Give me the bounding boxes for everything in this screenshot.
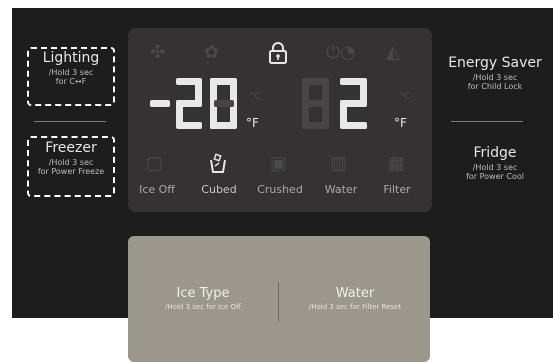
freezer-label: Freezer: [45, 140, 97, 156]
ice-maker-icon: ✣: [150, 42, 166, 63]
freezer-sub1: /Hold 3 sec: [48, 158, 94, 167]
ice-mode-water: Water: [324, 183, 358, 196]
lighting-sub1: /Hold 3 sec: [48, 68, 94, 77]
fridge-button[interactable]: Fridge /Hold 3 sec for Power Cool: [443, 145, 547, 195]
crushed-icon: ▣: [270, 153, 288, 174]
dispenser-controls: Ice Type /Hold 3 sec for Ice Off Water /…: [128, 236, 430, 362]
lighting-label: Lighting: [42, 50, 100, 66]
power-icon: ⏻: [326, 42, 341, 63]
freezer-sub2: for Power Freeze: [37, 167, 105, 176]
energy-saver-label: Energy Saver: [448, 55, 542, 71]
cubed-icon: [210, 153, 226, 173]
filter-icon: ▦: [388, 153, 406, 174]
ice-mode-ice-off: Ice Off: [139, 183, 175, 196]
energy-saver-sub2: for Child Lock: [467, 82, 523, 91]
lower-divider: [278, 282, 279, 322]
lighting-subtext: /Hold 3 sec for C↔F: [27, 68, 115, 86]
left-separator: [34, 121, 106, 122]
energy-saver-button[interactable]: Energy Saver /Hold 3 sec for Child Lock: [443, 55, 547, 105]
ice-mode-cubed: Cubed: [201, 183, 237, 196]
ice-off-icon: ▢: [146, 153, 164, 174]
ice-type-button[interactable]: Ice Type /Hold 3 sec for Ice Off: [138, 286, 268, 326]
ice-mode-labels: Ice Off Cubed Crushed Water Filter: [128, 184, 432, 204]
ice-mode-filter: Filter: [383, 183, 411, 196]
fridge-label: Fridge: [473, 145, 517, 161]
water-subtext: /Hold 3 sec for Filter Reset: [308, 303, 402, 311]
ice-type-subtext: /Hold 3 sec for Ice Off: [165, 303, 241, 311]
ice-mode-crushed: Crushed: [257, 183, 303, 196]
fridge-sub2: for Power Cool: [466, 172, 524, 181]
freezer-temp-digits: [150, 78, 237, 129]
freezer-button[interactable]: Freezer /Hold 3 sec for Power Freeze: [27, 140, 115, 197]
fridge-sub1: /Hold 3 sec: [472, 163, 518, 172]
freezer-unit: °F: [246, 116, 259, 130]
fridge-c-indicator: °C: [400, 92, 411, 102]
temperature-display: ✣ ✿ ⏻ ◔ ◭ °C °F °C °F ▢ ▣ ▥ ▦ Ice Off Cu…: [128, 28, 432, 212]
lock-icon: [269, 42, 287, 64]
water-label: Water: [335, 286, 375, 301]
fridge-temp-digits: [302, 78, 367, 129]
energy-saver-subtext: /Hold 3 sec for Child Lock: [443, 73, 547, 91]
fridge-subtext: /Hold 3 sec for Power Cool: [443, 163, 547, 181]
fridge-unit: °F: [394, 116, 407, 130]
fan-icon: ✿: [204, 42, 220, 63]
freezer-subtext: /Hold 3 sec for Power Freeze: [27, 158, 115, 176]
speaker-icon: ◭: [386, 42, 400, 63]
lighting-sub2: for C↔F: [55, 77, 87, 86]
lighting-button[interactable]: Lighting /Hold 3 sec for C↔F: [27, 50, 115, 106]
water-icon: ▥: [330, 153, 348, 174]
ice-type-label: Ice Type: [176, 286, 230, 301]
water-button[interactable]: Water /Hold 3 sec for Filter Reset: [288, 286, 422, 326]
freezer-c-indicator: °C: [250, 92, 261, 102]
energy-saver-sub1: /Hold 3 sec: [472, 73, 518, 82]
right-separator: [451, 121, 523, 122]
water-drop-icon: ◔: [340, 42, 356, 63]
